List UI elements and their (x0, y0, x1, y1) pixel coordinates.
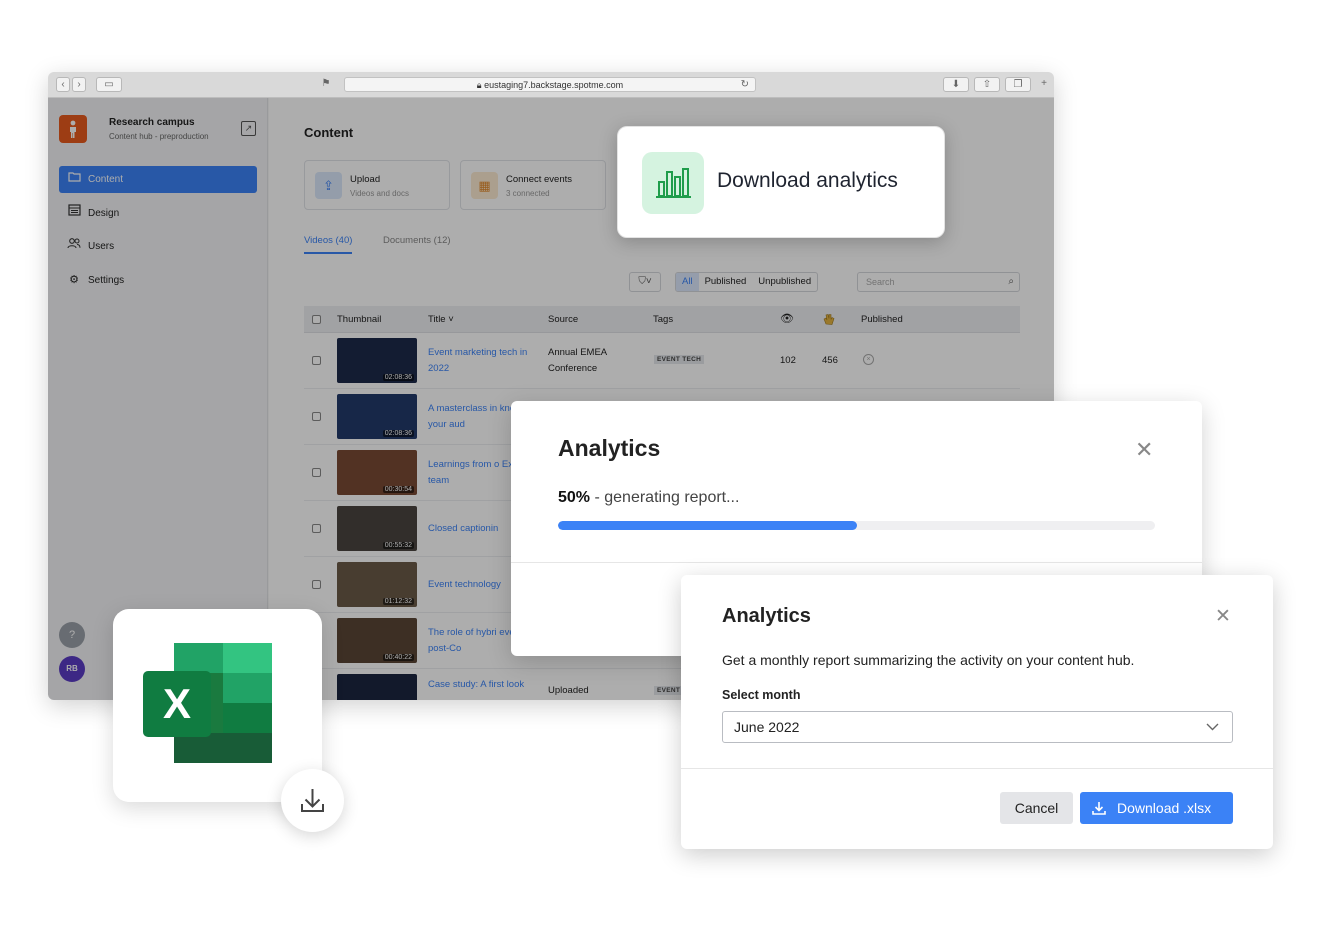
modal-title: Analytics (558, 435, 661, 461)
divider (681, 768, 1273, 769)
tabs-icon[interactable]: ❐ (1005, 77, 1031, 92)
bookmark-icon[interactable]: ⚑ (316, 77, 336, 92)
download-analytics-card[interactable]: Download analytics (617, 126, 945, 238)
analytics-report-modal: Analytics ✕ Get a monthly report summari… (681, 575, 1273, 849)
svg-text:X: X (163, 680, 191, 727)
download-label: Download .xlsx (1117, 800, 1212, 816)
download-icon (1091, 792, 1107, 827)
downloads-icon[interactable]: ⬇ (943, 77, 969, 92)
download-circle-button[interactable] (281, 769, 344, 832)
url-field[interactable]: 🔒︎ eustaging7.backstage.spotme.com ↻ (344, 77, 756, 92)
download-icon (301, 789, 324, 812)
forward-icon[interactable]: › (72, 77, 86, 92)
share-icon[interactable]: ⇧ (974, 77, 1000, 92)
month-select[interactable]: June 2022 (722, 711, 1233, 743)
close-icon[interactable]: ✕ (1215, 605, 1231, 628)
divider (511, 562, 1202, 563)
new-tab-icon[interactable]: + (1037, 77, 1051, 92)
selected-month: June 2022 (734, 719, 800, 735)
bar-chart-icon (642, 152, 704, 214)
reload-icon[interactable]: ↻ (741, 78, 749, 92)
progress-bar (558, 521, 1155, 530)
select-month-label: Select month (722, 688, 801, 702)
browser-toolbar: ‹ › ▭ ⚑ 🔒︎ eustaging7.backstage.spotme.c… (48, 72, 1054, 98)
modal-description: Get a monthly report summarizing the act… (722, 652, 1135, 668)
modal-title: Analytics (722, 605, 811, 627)
sidebar-toggle-icon[interactable]: ▭ (96, 77, 122, 92)
download-analytics-label: Download analytics (717, 169, 898, 192)
progress-bar-fill (558, 521, 857, 530)
url-text: eustaging7.backstage.spotme.com (484, 80, 624, 90)
cancel-button[interactable]: Cancel (1000, 792, 1073, 824)
close-icon[interactable]: ✕ (1135, 437, 1153, 463)
progress-percent: 50% (558, 489, 591, 506)
download-xlsx-button[interactable]: Download .xlsx (1080, 792, 1233, 824)
chevron-down-icon (1206, 712, 1219, 742)
progress-status: 50% - generating report... (558, 489, 739, 507)
back-icon[interactable]: ‹ (56, 77, 70, 92)
progress-text: - generating report... (590, 489, 740, 506)
lock-icon: 🔒︎ (476, 80, 485, 90)
